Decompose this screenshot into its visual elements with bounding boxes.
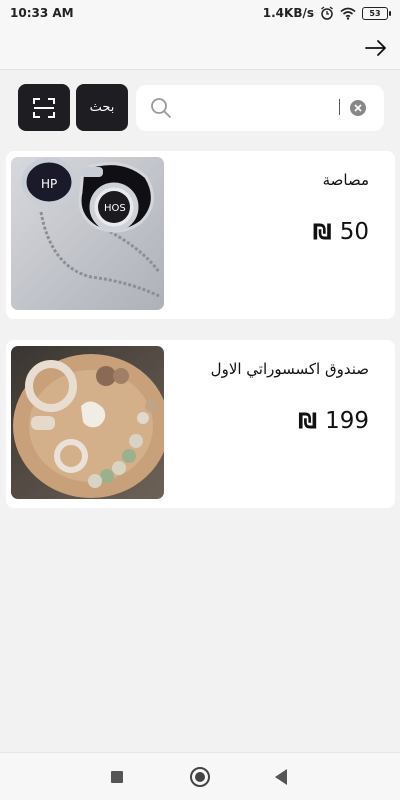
search-input[interactable] [180,93,344,123]
search-icon [151,98,171,118]
wifi-icon [340,7,356,20]
price-value: 50 [339,219,369,245]
product-image-pacifier[interactable]: HP HOS [11,157,164,310]
alarm-icon [321,6,333,20]
system-nav-bar [0,752,400,800]
product-price: ₪ 50 [313,219,369,245]
search-button-label: بحث [89,100,115,115]
svg-text:HP: HP [41,177,57,191]
product-title: مصاصة [322,171,369,189]
recent-apps-icon[interactable] [111,771,123,783]
text-caret [339,99,340,115]
currency-symbol: ₪ [312,220,332,244]
battery-icon: 53 [362,6,391,20]
search-row: بحث [0,84,400,132]
search-box[interactable] [136,85,384,131]
product-price: ₪ 199 [298,408,369,434]
status-time: 10:33 AM [10,6,74,20]
price-value: 199 [325,408,369,434]
currency-symbol: ₪ [298,409,318,433]
arrow-right-icon[interactable] [364,36,388,60]
product-image-accessories[interactable] [11,346,164,499]
back-icon[interactable] [275,769,287,785]
search-button[interactable]: بحث [76,84,128,131]
status-bar: 10:33 AM 1.4KB/s 53 [0,0,400,26]
home-icon[interactable] [190,767,210,787]
status-indicators: 1.4KB/s 53 [262,6,391,20]
battery-level: 53 [369,8,381,18]
network-speed: 1.4KB/s [262,6,314,20]
svg-text:HOS: HOS [104,203,126,214]
product-title: صندوق اكسسوراتي الاول [210,360,369,378]
scan-icon [33,97,55,118]
scan-button[interactable] [18,84,70,131]
product-card[interactable]: صندوق اكسسوراتي الاول ₪ 199 [6,340,395,508]
top-bar [0,26,400,70]
product-card[interactable]: HP HOS مصاصة ₪ 50 [6,151,395,319]
clear-icon[interactable] [350,100,366,116]
